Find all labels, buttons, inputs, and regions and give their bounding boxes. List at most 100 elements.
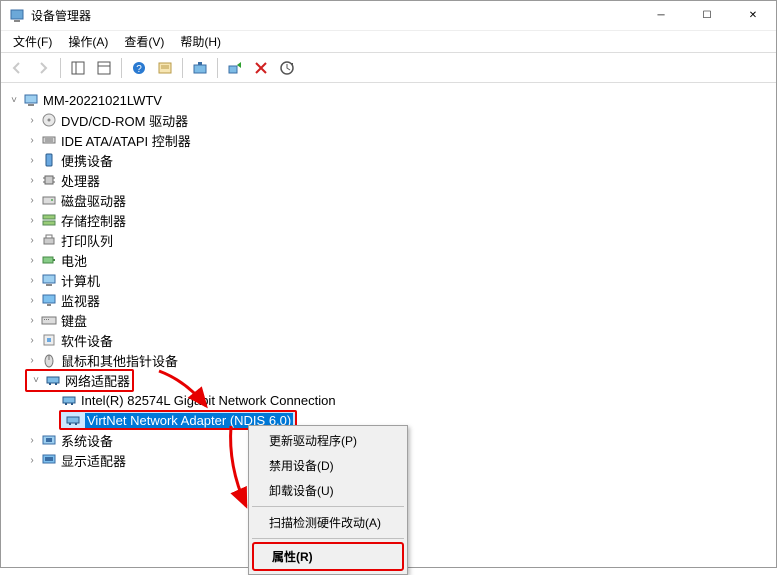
device-manager-icon xyxy=(9,8,25,24)
category-software[interactable]: › 软件设备 xyxy=(1,330,776,350)
context-menu: 更新驱动程序(P) 禁用设备(D) 卸载设备(U) 扫描检测硬件改动(A) 属性… xyxy=(248,425,408,575)
expander-closed-icon[interactable]: › xyxy=(25,153,39,167)
ctx-scan-hardware[interactable]: 扫描检测硬件改动(A) xyxy=(251,510,405,535)
window-controls: ─ ☐ ✕ xyxy=(638,1,776,31)
details-pane-button[interactable] xyxy=(92,56,116,80)
category-label: 系统设备 xyxy=(61,431,113,450)
system-device-icon xyxy=(41,432,57,448)
category-keyboard[interactable]: › 键盘 xyxy=(1,310,776,330)
category-label: 磁盘驱动器 xyxy=(61,191,126,210)
print-queue-icon xyxy=(41,232,57,248)
ctx-separator xyxy=(252,506,404,507)
category-ide[interactable]: › IDE ATA/ATAPI 控制器 xyxy=(1,130,776,150)
toolbar-separator xyxy=(182,58,183,78)
category-label: DVD/CD-ROM 驱动器 xyxy=(61,111,188,130)
display-adapter-icon xyxy=(41,452,57,468)
toolbar-separator xyxy=(60,58,61,78)
category-dvd[interactable]: › DVD/CD-ROM 驱动器 xyxy=(1,110,776,130)
ctx-disable-device[interactable]: 禁用设备(D) xyxy=(251,453,405,478)
keyboard-icon xyxy=(41,312,57,328)
category-printq[interactable]: › 打印队列 xyxy=(1,230,776,250)
category-battery[interactable]: › 电池 xyxy=(1,250,776,270)
ctx-uninstall-device[interactable]: 卸载设备(U) xyxy=(251,478,405,503)
computer-icon xyxy=(23,92,39,108)
expander-closed-icon[interactable]: › xyxy=(25,233,39,247)
ide-controller-icon xyxy=(41,132,57,148)
category-disk[interactable]: › 磁盘驱动器 xyxy=(1,190,776,210)
category-label: 显示适配器 xyxy=(61,451,126,470)
expander-closed-icon[interactable]: › xyxy=(25,213,39,227)
category-computer[interactable]: › 计算机 xyxy=(1,270,776,290)
software-device-icon xyxy=(41,332,57,348)
toolbar: ? xyxy=(1,53,776,83)
battery-icon xyxy=(41,252,57,268)
category-network[interactable]: ˅ 网络适配器 xyxy=(1,370,776,390)
properties-button[interactable] xyxy=(153,56,177,80)
menu-action[interactable]: 操作(A) xyxy=(60,31,116,52)
expander-closed-icon[interactable]: › xyxy=(25,273,39,287)
network-adapter-icon xyxy=(61,392,77,408)
window-title: 设备管理器 xyxy=(31,7,638,24)
disc-drive-icon xyxy=(41,112,57,128)
computer-icon xyxy=(41,272,57,288)
toolbar-separator xyxy=(121,58,122,78)
close-button[interactable]: ✕ xyxy=(730,1,776,31)
category-monitor[interactable]: › 监视器 xyxy=(1,290,776,310)
expander-closed-icon[interactable]: › xyxy=(25,173,39,187)
category-label: 处理器 xyxy=(61,171,100,190)
category-label: 打印队列 xyxy=(61,231,113,250)
expander-closed-icon[interactable]: › xyxy=(25,333,39,347)
minimize-button[interactable]: ─ xyxy=(638,1,684,31)
expander-closed-icon[interactable]: › xyxy=(25,113,39,127)
expander-closed-icon[interactable]: › xyxy=(25,353,39,367)
expander-closed-icon[interactable]: › xyxy=(25,293,39,307)
expander-closed-icon[interactable]: › xyxy=(25,253,39,267)
category-mouse[interactable]: › 鼠标和其他指针设备 xyxy=(1,350,776,370)
category-label: 电池 xyxy=(61,251,87,270)
mouse-icon xyxy=(41,352,57,368)
expander-closed-icon[interactable]: › xyxy=(25,133,39,147)
scan-hardware-button[interactable] xyxy=(188,56,212,80)
menu-file[interactable]: 文件(F) xyxy=(5,31,60,52)
monitor-icon xyxy=(41,292,57,308)
ctx-properties[interactable]: 属性(R) xyxy=(252,542,404,571)
menubar: 文件(F) 操作(A) 查看(V) 帮助(H) xyxy=(1,31,776,53)
expander-closed-icon[interactable]: › xyxy=(25,313,39,327)
root-node[interactable]: ˅ MM-20221021LWTV xyxy=(1,90,776,110)
category-cpu[interactable]: › 处理器 xyxy=(1,170,776,190)
category-label: 键盘 xyxy=(61,311,87,330)
network-adapter-icon xyxy=(65,412,81,428)
root-label: MM-20221021LWTV xyxy=(43,93,162,108)
uninstall-button[interactable] xyxy=(249,56,273,80)
expander-closed-icon[interactable]: › xyxy=(25,453,39,467)
show-pane-button[interactable] xyxy=(66,56,90,80)
toolbar-separator xyxy=(217,58,218,78)
titlebar: 设备管理器 ─ ☐ ✕ xyxy=(1,1,776,31)
category-label: 软件设备 xyxy=(61,331,113,350)
category-portable[interactable]: › 便携设备 xyxy=(1,150,776,170)
ctx-separator xyxy=(252,538,404,539)
category-label: 计算机 xyxy=(61,271,100,290)
expander-open-icon[interactable]: ˅ xyxy=(29,373,43,387)
disk-drive-icon xyxy=(41,192,57,208)
enable-device-button[interactable] xyxy=(223,56,247,80)
menu-help[interactable]: 帮助(H) xyxy=(172,31,229,52)
storage-controller-icon xyxy=(41,212,57,228)
forward-button[interactable] xyxy=(31,56,55,80)
help-button[interactable]: ? xyxy=(127,56,151,80)
network-adapter-icon xyxy=(45,372,61,388)
ctx-update-driver[interactable]: 更新驱动程序(P) xyxy=(251,428,405,453)
category-label: 存储控制器 xyxy=(61,211,126,230)
category-storage[interactable]: › 存储控制器 xyxy=(1,210,776,230)
back-button[interactable] xyxy=(5,56,29,80)
portable-device-icon xyxy=(41,152,57,168)
update-driver-button[interactable] xyxy=(275,56,299,80)
expander-open-icon[interactable]: ˅ xyxy=(7,93,21,107)
device-label: Intel(R) 82574L Gigabit Network Connecti… xyxy=(81,393,336,408)
expander-closed-icon[interactable]: › xyxy=(25,433,39,447)
menu-view[interactable]: 查看(V) xyxy=(116,31,172,52)
expander-closed-icon[interactable]: › xyxy=(25,193,39,207)
device-intel-nic[interactable]: Intel(R) 82574L Gigabit Network Connecti… xyxy=(1,390,776,410)
category-label: 监视器 xyxy=(61,291,100,310)
maximize-button[interactable]: ☐ xyxy=(684,1,730,31)
